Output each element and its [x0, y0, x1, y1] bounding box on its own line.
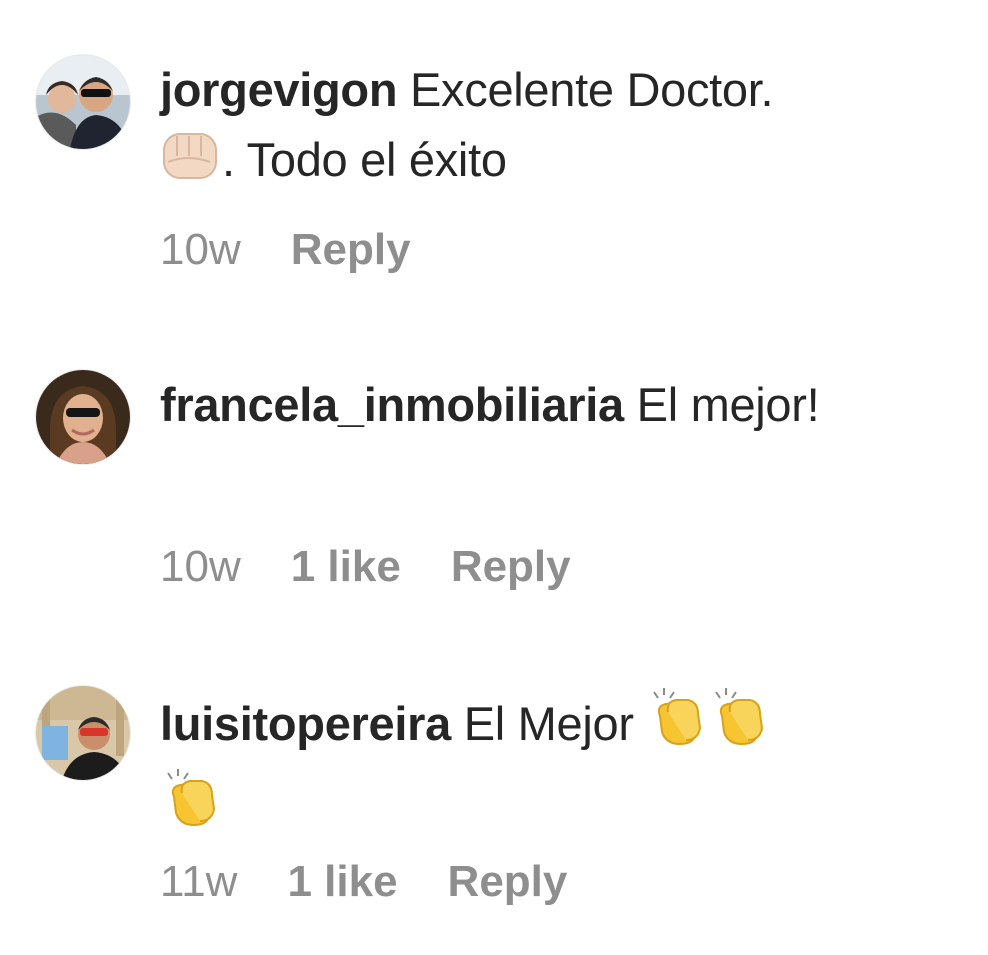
reply-button[interactable]: Reply	[451, 537, 571, 597]
avatar[interactable]	[36, 370, 130, 464]
reply-button[interactable]: Reply	[448, 852, 568, 912]
comment-username[interactable]: francela_inmobiliaria	[160, 378, 624, 431]
likes-count[interactable]: 1 like	[291, 537, 401, 597]
likes-count[interactable]: 1 like	[287, 852, 397, 912]
comment-time: 10w	[160, 542, 241, 591]
avatar[interactable]	[36, 55, 130, 149]
comment-body: francela_inmobiliaria El mejor!	[160, 370, 950, 440]
comment-time: 11w	[160, 857, 238, 906]
clapping-hands-emoji	[160, 767, 222, 848]
comment-meta: 10w Reply	[160, 220, 411, 280]
comment-text: El Mejor	[463, 697, 634, 750]
comment-time: 10w	[160, 225, 241, 274]
comment-text: El mejor!	[636, 378, 820, 431]
comment-body: luisitopereira El Mejor	[160, 686, 950, 848]
reply-button[interactable]: Reply	[291, 220, 411, 280]
avatar[interactable]	[36, 686, 130, 780]
comment-meta: 11w 1 like Reply	[160, 852, 567, 912]
comment-meta: 10w 1 like Reply	[160, 537, 571, 597]
comment-username[interactable]: jorgevigon	[160, 63, 398, 116]
fist-bump-emoji	[160, 128, 222, 203]
comment-body: jorgevigon Excelente Doctor. . Todo el é…	[160, 55, 950, 203]
clapping-hands-emoji	[708, 686, 770, 767]
comment-username[interactable]: luisitopereira	[160, 697, 451, 750]
comment-text: Excelente Doctor.	[410, 63, 774, 116]
comment-text-continued: . Todo el éxito	[222, 133, 507, 186]
clapping-hands-emoji	[646, 686, 708, 767]
